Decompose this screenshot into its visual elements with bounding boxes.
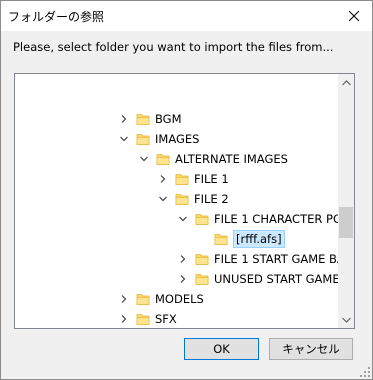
chevron-up-icon <box>341 79 351 85</box>
folder-icon <box>195 214 209 225</box>
instruction-text: Please, select folder you want to import… <box>13 40 334 54</box>
tree-item-label: UNUSED START GAME B <box>214 272 338 286</box>
folder-tree-viewport: BGM IMAGES ALTERNATE IMAGES FILE 1 FILE 2 FIL… <box>15 74 338 328</box>
tree-item-label: BGM <box>155 112 182 126</box>
folder-icon <box>156 154 170 165</box>
tree-item[interactable]: BGM <box>15 109 338 129</box>
tree-item[interactable]: IMAGES <box>15 129 338 149</box>
tree-item-label: [rfff.afs] <box>233 230 285 248</box>
folder-icon <box>136 114 150 125</box>
cancel-button[interactable]: キャンセル <box>269 338 353 360</box>
resize-grip-icon[interactable] <box>360 367 370 377</box>
chevron-right-icon[interactable] <box>158 174 168 184</box>
close-button[interactable] <box>336 1 372 30</box>
tree-item[interactable]: FILE 1 CHARACTER POR <box>15 209 338 229</box>
title-bar: フォルダーの参照 <box>1 1 372 31</box>
chevron-right-icon[interactable] <box>178 274 188 284</box>
tree-item-label: FILE 1 CHARACTER POR <box>214 212 338 226</box>
tree-item[interactable]: FILE 1 START GAME BAC <box>15 249 338 269</box>
folder-icon <box>195 254 209 265</box>
chevron-right-icon[interactable] <box>119 114 129 124</box>
scroll-up-button[interactable] <box>338 74 354 91</box>
tree-item-label: MODELS <box>155 292 204 306</box>
tree-item-label: IMAGES <box>155 132 200 146</box>
chevron-down-icon[interactable] <box>178 214 188 224</box>
tree-item[interactable]: SFX <box>15 309 338 328</box>
tree-item-label: FILE 1 <box>194 172 229 186</box>
tree-item-label: FILE 1 START GAME BAC <box>214 252 338 266</box>
tree-item[interactable]: FILE 1 <box>15 169 338 189</box>
browse-folder-dialog: フォルダーの参照 Please, select folder you want … <box>0 0 373 380</box>
tree-item[interactable]: MODELS <box>15 289 338 309</box>
vertical-scrollbar[interactable] <box>338 74 354 328</box>
close-icon <box>349 10 359 21</box>
chevron-down-icon[interactable] <box>119 134 129 144</box>
tree-item-label: FILE 2 <box>194 192 229 206</box>
scroll-thumb[interactable] <box>339 207 353 238</box>
chevron-down-icon[interactable] <box>139 154 149 164</box>
tree-item[interactable]: FILE 2 <box>15 189 338 209</box>
tree-item-label: ALTERNATE IMAGES <box>175 152 288 166</box>
tree-item[interactable]: UNUSED START GAME B <box>15 269 338 289</box>
chevron-right-icon[interactable] <box>119 294 129 304</box>
tree-item[interactable]: [rfff.afs] <box>15 229 338 249</box>
chevron-right-icon[interactable] <box>119 314 129 324</box>
tree-item-label: SFX <box>155 312 177 326</box>
folder-icon <box>136 314 150 325</box>
folder-icon <box>136 134 150 145</box>
dialog-title: フォルダーの参照 <box>8 10 105 24</box>
folder-icon <box>195 274 209 285</box>
chevron-down-icon[interactable] <box>158 194 168 204</box>
dialog-body: Please, select folder you want to import… <box>1 31 372 379</box>
chevron-down-icon <box>341 317 351 323</box>
scroll-down-button[interactable] <box>338 311 354 328</box>
folder-icon <box>175 174 189 185</box>
tree-item[interactable]: ALTERNATE IMAGES <box>15 149 338 169</box>
chevron-right-icon[interactable] <box>178 254 188 264</box>
folder-tree[interactable]: BGM IMAGES ALTERNATE IMAGES FILE 1 FILE 2 FIL… <box>14 73 355 329</box>
folder-icon <box>136 294 150 305</box>
folder-icon <box>214 234 228 245</box>
ok-button[interactable]: OK <box>184 338 259 360</box>
folder-icon <box>175 194 189 205</box>
